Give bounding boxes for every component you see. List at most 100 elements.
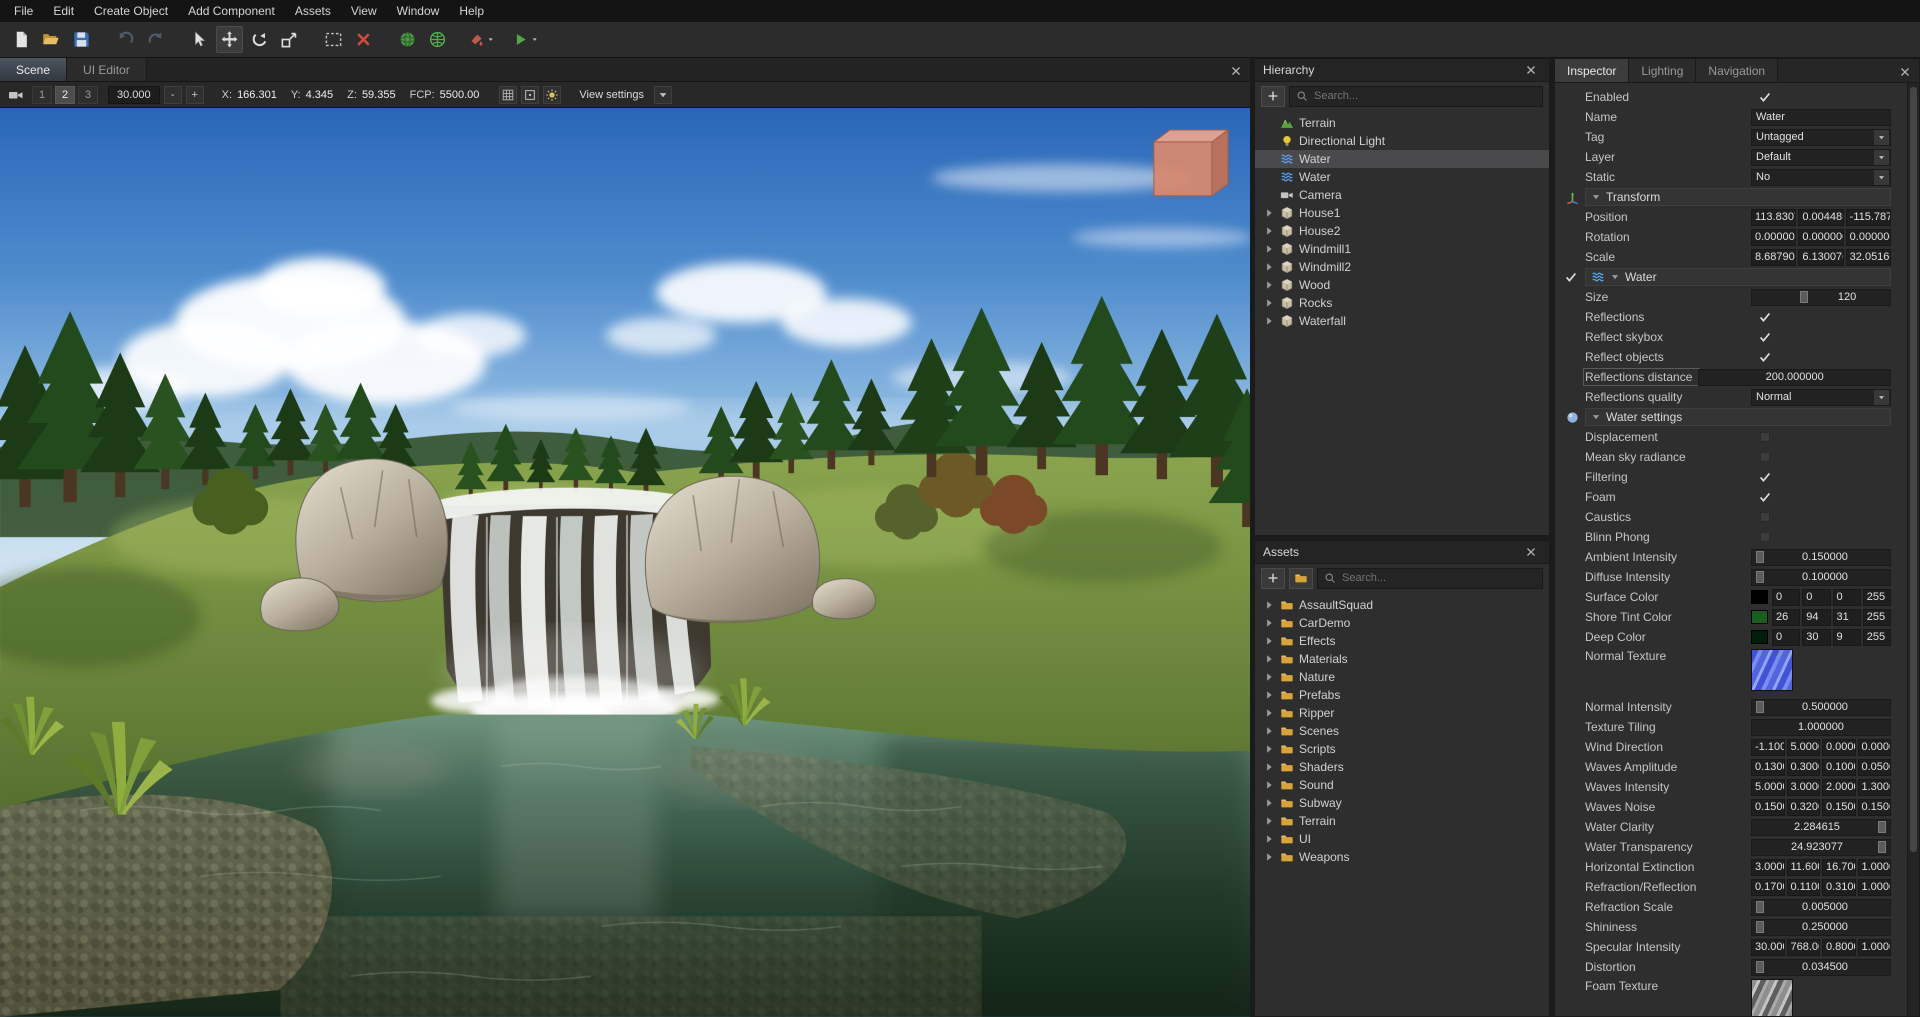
expander-icon[interactable] <box>1263 833 1275 845</box>
document-tab[interactable]: UI Editor <box>67 58 147 81</box>
asset-folder[interactable]: UI <box>1255 830 1549 848</box>
vector-field-w[interactable]: 0.150000 <box>1858 799 1892 816</box>
asset-folder[interactable]: Ripper <box>1255 704 1549 722</box>
menu-item[interactable]: File <box>4 2 43 20</box>
hierarchy-item[interactable]: Water <box>1255 150 1549 168</box>
checkbox[interactable] <box>1760 532 1770 542</box>
collapse-arrow-icon[interactable] <box>1591 412 1601 422</box>
inspector-tab[interactable]: Lighting <box>1629 59 1696 82</box>
hierarchy-item[interactable]: Directional Light <box>1255 132 1549 150</box>
vector-field-x[interactable]: 0.000000 <box>1751 229 1796 246</box>
slider-knob[interactable] <box>1756 551 1764 563</box>
dropdown[interactable]: Normal <box>1751 389 1891 406</box>
color-g-field[interactable]: 0 <box>1802 589 1830 606</box>
dropdown-arrow-icon[interactable] <box>1874 150 1889 165</box>
hierarchy-item[interactable]: Windmill1 <box>1255 240 1549 258</box>
vector-field-y[interactable]: 0.004485 <box>1798 209 1843 226</box>
checkbox[interactable] <box>1760 512 1770 522</box>
checkbox[interactable] <box>1757 330 1772 345</box>
color-swatch[interactable] <box>1751 610 1768 624</box>
document-tab[interactable]: Scene <box>0 58 67 81</box>
hierarchy-item[interactable]: Windmill2 <box>1255 258 1549 276</box>
hierarchy-item[interactable]: Water <box>1255 168 1549 186</box>
menu-item[interactable]: View <box>341 2 387 20</box>
value-slider[interactable]: 0.005000 <box>1751 899 1891 916</box>
dropdown[interactable]: Untagged <box>1751 129 1891 146</box>
menu-item[interactable]: Window <box>387 2 450 20</box>
vector-field-x[interactable]: 0.150000 <box>1751 799 1785 816</box>
value-slider[interactable]: 0.250000 <box>1751 919 1891 936</box>
new-folder-button[interactable] <box>1289 568 1313 589</box>
checkbox[interactable] <box>1757 90 1772 105</box>
vector-field-z[interactable]: 0.150000 <box>1822 799 1856 816</box>
scrollbar-thumb[interactable] <box>1910 87 1917 852</box>
value-slider[interactable]: 0.100000 <box>1751 569 1891 586</box>
assets-panel-header[interactable]: Assets <box>1255 541 1549 564</box>
vector-field-z[interactable]: 0.800000 <box>1822 939 1856 956</box>
open-button[interactable] <box>38 26 65 53</box>
assets-search-box[interactable] <box>1317 568 1543 589</box>
menu-item[interactable]: Add Component <box>178 2 285 20</box>
vector-field-y[interactable]: 6.130076 <box>1798 249 1843 266</box>
color-r-field[interactable]: 0 <box>1772 589 1800 606</box>
vector-field-y[interactable]: 0.110000 <box>1787 879 1821 896</box>
color-b-field[interactable]: 31 <box>1833 609 1861 626</box>
slider-knob[interactable] <box>1756 571 1764 583</box>
hierarchy-search-box[interactable] <box>1289 86 1543 107</box>
vector-field-z[interactable]: 2.000000 <box>1822 779 1856 796</box>
text-field[interactable]: Water <box>1751 109 1891 126</box>
vector-field-y[interactable]: 0.300000 <box>1787 759 1821 776</box>
expander-icon[interactable] <box>1263 761 1275 773</box>
vector-field-w[interactable]: 1.000000 <box>1858 879 1892 896</box>
expander-icon[interactable] <box>1263 851 1275 863</box>
component-header[interactable]: Water settings <box>1585 408 1891 426</box>
inspector-tab[interactable]: Navigation <box>1696 59 1778 82</box>
hierarchy-item[interactable]: Rocks <box>1255 294 1549 312</box>
expander-icon[interactable] <box>1263 225 1275 237</box>
vector-field-w[interactable]: 1.000000 <box>1858 859 1892 876</box>
close-icon[interactable] <box>1521 60 1541 80</box>
asset-folder[interactable]: Subway <box>1255 794 1549 812</box>
paint-tool-button[interactable] <box>468 26 495 53</box>
color-a-field[interactable]: 255 <box>1863 629 1891 646</box>
slider-knob[interactable] <box>1756 901 1764 913</box>
vector-field-z[interactable]: 0.000000 <box>1846 229 1891 246</box>
redo-button[interactable] <box>142 26 169 53</box>
vector-field-y[interactable]: 0.320000 <box>1787 799 1821 816</box>
rotate-tool-button[interactable] <box>246 26 273 53</box>
component-header[interactable]: Water <box>1585 268 1891 286</box>
texture-thumbnail[interactable] <box>1751 649 1793 691</box>
speed-decrease-button[interactable]: - <box>164 86 182 104</box>
value-slider[interactable]: 0.034500 <box>1751 959 1891 976</box>
vector-field-w[interactable]: 1.000000 <box>1858 939 1892 956</box>
expander-icon[interactable] <box>1263 725 1275 737</box>
expander-icon[interactable] <box>1263 635 1275 647</box>
expander-icon[interactable] <box>1263 617 1275 629</box>
asset-folder[interactable]: Shaders <box>1255 758 1549 776</box>
vector-field-x[interactable]: 8.687901 <box>1751 249 1796 266</box>
checkbox[interactable] <box>1757 470 1772 485</box>
expander-icon[interactable] <box>1263 279 1275 291</box>
vector-field-z[interactable]: 32.05160 <box>1846 249 1891 266</box>
camera-preset-button[interactable]: 2 <box>55 86 75 104</box>
expander-icon[interactable] <box>1263 815 1275 827</box>
vector-field-y[interactable]: 11.60000 <box>1787 859 1821 876</box>
vector-field-y[interactable]: 768.0000 <box>1787 939 1821 956</box>
color-swatch[interactable] <box>1751 630 1768 644</box>
color-r-field[interactable]: 26 <box>1772 609 1800 626</box>
color-a-field[interactable]: 255 <box>1863 609 1891 626</box>
camera-preset-button[interactable]: 3 <box>78 86 98 104</box>
menu-item[interactable]: Help <box>449 2 494 20</box>
expander-icon[interactable] <box>1263 707 1275 719</box>
camera-preset-button[interactable]: 1 <box>32 86 52 104</box>
dropdown-arrow-icon[interactable] <box>1874 170 1889 185</box>
world-tool-button[interactable] <box>424 26 451 53</box>
dropdown-arrow-icon[interactable] <box>1874 130 1889 145</box>
grid-toggle-button[interactable] <box>499 86 517 104</box>
checkbox[interactable] <box>1757 490 1772 505</box>
expander-icon[interactable] <box>1263 207 1275 219</box>
expander-icon[interactable] <box>1263 261 1275 273</box>
expander-icon[interactable] <box>1263 297 1275 309</box>
texture-thumbnail[interactable] <box>1751 979 1793 1016</box>
value-slider[interactable]: 200.000000 <box>1698 369 1891 386</box>
